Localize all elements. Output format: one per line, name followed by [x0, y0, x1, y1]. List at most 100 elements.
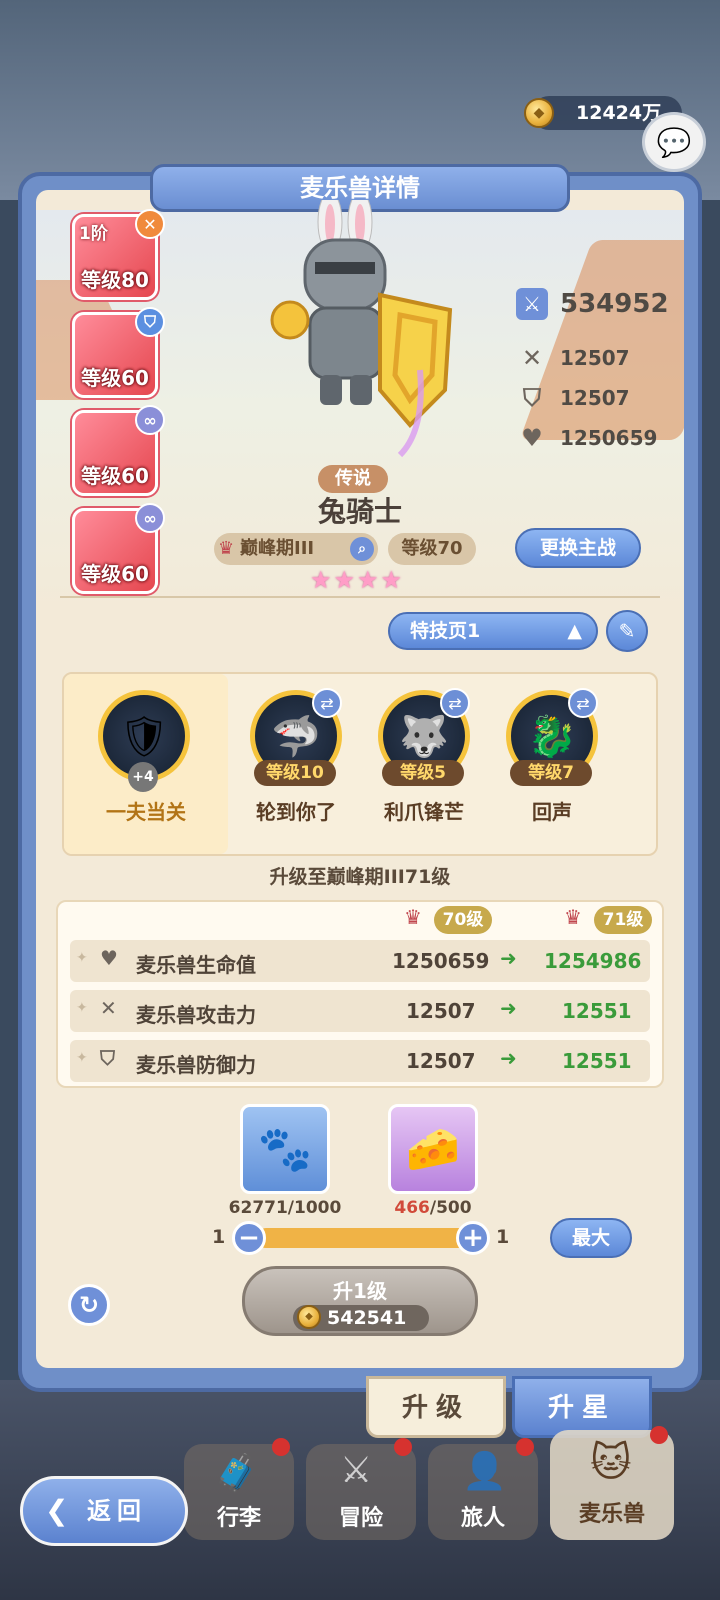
quantity-min: 1 [212, 1226, 226, 1248]
trait-page-dropdown[interactable]: 特技页1 ▲ [388, 612, 598, 650]
refresh-icon: ↻ [78, 1291, 100, 1319]
stage-pill[interactable]: ♛ 巅峰期III ⌕ [214, 533, 378, 565]
notification-dot [650, 1426, 668, 1444]
nav-label: 冒险 [338, 1506, 383, 1531]
refresh-button[interactable]: ↻ [68, 1284, 110, 1326]
back-button[interactable]: ❮ 返回 [20, 1476, 188, 1546]
stat-label: 麦乐兽攻击力 [136, 1003, 256, 1027]
swap-icon[interactable]: ⇄ [568, 688, 598, 718]
arrow-right-icon: ➜ [500, 996, 517, 1020]
notification-dot [394, 1438, 412, 1456]
shield-icon: ⛉ [100, 1046, 115, 1070]
gold-coin-icon: ◆ [297, 1305, 321, 1329]
decrease-button[interactable]: − [232, 1221, 266, 1255]
current-level-tag: 70级 [434, 906, 492, 934]
skill-card[interactable]: 等级60 ⛉ [72, 307, 165, 398]
rarity-badge: 传说 [318, 465, 388, 493]
cheese-icon[interactable]: 🧀 [388, 1104, 478, 1194]
hp-value: 1250659 [560, 426, 658, 450]
trait-level: 等级7 [510, 760, 592, 786]
cat-pet-icon: 🐱 [590, 1440, 632, 1486]
skill-card[interactable]: 1阶 等级80 ✕ [72, 209, 165, 300]
crossed-swords-icon: ⚔ [340, 1450, 373, 1491]
crossed-swords-badge-icon: ✕ [135, 209, 165, 239]
section-divider [60, 596, 660, 598]
stat-to: 1254986 [544, 949, 642, 973]
chat-button[interactable]: 💬 [642, 112, 706, 172]
skill-rank: 1阶 [79, 224, 108, 244]
pencil-icon: ✎ [618, 619, 636, 643]
attack-value: 12507 [560, 346, 630, 370]
traveler-icon: 👤 [462, 1451, 507, 1492]
pet-food-bag-icon[interactable]: 🐾 [240, 1104, 330, 1194]
upgrade-title: 升级至巅峰期III71级 [269, 866, 451, 888]
trait-page-label: 特技页1 [410, 620, 481, 642]
stat-to: 12551 [562, 999, 632, 1023]
skill-level: 等级60 [81, 464, 149, 488]
shield-badge-icon: ⛉ [135, 307, 165, 337]
link-badge-icon: ∞ [135, 503, 165, 533]
nav-label: 麦乐兽 [578, 1502, 645, 1527]
tab-star[interactable]: 升星 [512, 1376, 652, 1438]
nav-label: 旅人 [460, 1506, 505, 1531]
skill-level: 等级60 [81, 562, 149, 586]
trait-name: 回声 [532, 800, 572, 824]
minus-icon: − [238, 1223, 260, 1253]
heart-icon: ♥ [100, 946, 118, 970]
trait-level: 等级5 [382, 760, 464, 786]
change-main-battle-button[interactable]: 更换主战 [515, 528, 641, 568]
trait-name: 轮到你了 [256, 800, 336, 824]
skill-level: 等级60 [81, 366, 149, 390]
level-up-button[interactable]: 升1级 ◆ 542541 [242, 1266, 478, 1336]
sparkle-icon: ✦ [76, 950, 88, 966]
luggage-icon: 🧳 [214, 1453, 259, 1494]
stat-from: 12507 [406, 1049, 476, 1073]
nav-adventure[interactable]: ⚔ 冒险 [306, 1438, 416, 1540]
nav-pets[interactable]: 🐱 麦乐兽 [550, 1426, 674, 1540]
nav-traveler[interactable]: 👤 旅人 [428, 1438, 538, 1540]
stat-from: 1250659 [392, 949, 490, 973]
trait-name: 一夫当关 [106, 800, 186, 824]
stat-label: 麦乐兽生命值 [136, 953, 256, 977]
tab-upgrade[interactable]: 升级 [366, 1376, 506, 1438]
arrow-right-icon: ➜ [500, 1046, 517, 1070]
skill-level: 等级80 [81, 268, 149, 292]
defense-value: 12507 [560, 386, 630, 410]
stat-change-row: ✦ ✕ 麦乐兽攻击力 12507 ➜ 12551 [70, 990, 650, 1032]
sparkle-icon: ✦ [76, 1050, 88, 1066]
pet-name: 兔骑士 [317, 495, 402, 528]
back-arrow-icon: ❮ [45, 1494, 75, 1527]
level-up-cost: ◆ 542541 [293, 1305, 429, 1331]
magnifier-icon[interactable]: ⌕ [350, 537, 374, 561]
skill-card[interactable]: 等级60 ∞ [72, 503, 165, 594]
level-up-label: 升1级 [333, 1279, 387, 1303]
level-up-cost-value: 542541 [327, 1307, 407, 1329]
material-have: 466 [394, 1198, 430, 1218]
link-badge-icon: ∞ [135, 405, 165, 435]
nav-luggage[interactable]: 🧳 行李 [184, 1438, 294, 1540]
triangle-up-icon: ▲ [567, 620, 582, 642]
back-label: 返回 [87, 1497, 147, 1525]
max-button[interactable]: 最大 [550, 1218, 632, 1258]
stat-to: 12551 [562, 1049, 632, 1073]
quantity-max: 1 [496, 1226, 510, 1248]
bunny-knight-illustration [270, 200, 453, 458]
attack-stat: ✕ 12507 [516, 342, 630, 374]
swap-icon[interactable]: ⇄ [440, 688, 470, 718]
trait-level: 等级10 [254, 760, 336, 786]
defense-stat: ⛉ 12507 [516, 382, 630, 414]
quantity-slider[interactable] [256, 1228, 476, 1248]
star-rating: ★★★★ [309, 566, 405, 594]
power-shield-icon: ⚔ [516, 288, 548, 320]
skill-card[interactable]: 等级60 ∞ [72, 405, 165, 496]
material-count: 62771/1000 [228, 1198, 342, 1218]
edit-pencil-button[interactable]: ✎ [606, 610, 648, 652]
hp-stat: ♥ 1250659 [516, 422, 657, 454]
trait-name: 利爪锋芒 [384, 800, 464, 824]
sparkle-icon: ✦ [76, 1000, 88, 1016]
stat-change-row: ✦ ♥ 麦乐兽生命值 1250659 ➜ 1254986 [70, 940, 650, 982]
stat-label: 麦乐兽防御力 [136, 1053, 256, 1077]
nav-label: 行李 [216, 1506, 261, 1531]
swap-icon[interactable]: ⇄ [312, 688, 342, 718]
increase-button[interactable]: + [456, 1221, 490, 1255]
